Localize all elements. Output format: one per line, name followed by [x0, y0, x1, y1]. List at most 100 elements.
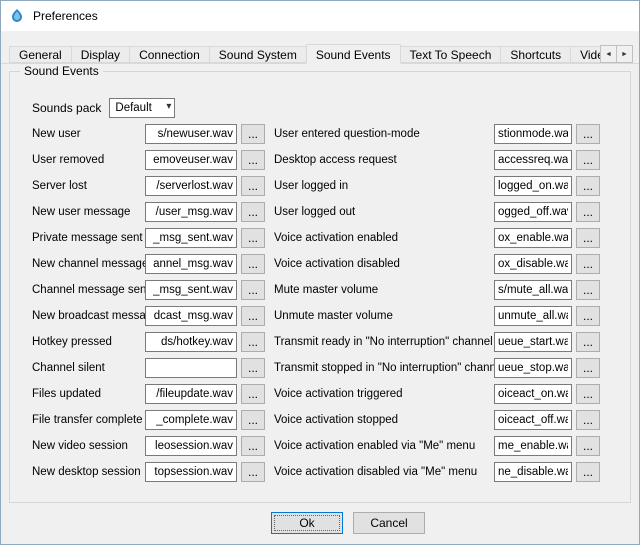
- sound-file-input[interactable]: [145, 124, 237, 144]
- browse-button[interactable]: ...: [241, 176, 265, 196]
- sound-file-input[interactable]: [494, 462, 572, 482]
- tab-scroll-right-button[interactable]: ►: [616, 45, 633, 63]
- sound-file-input[interactable]: [145, 358, 237, 378]
- browse-button[interactable]: ...: [576, 436, 600, 456]
- sound-event-row: Transmit stopped in "No interruption" ch…: [274, 358, 600, 378]
- sound-file-input[interactable]: [145, 332, 237, 352]
- sound-event-label: Channel silent: [32, 362, 145, 374]
- sound-file-input[interactable]: [494, 176, 572, 196]
- browse-button[interactable]: ...: [576, 384, 600, 404]
- tab-shortcuts[interactable]: Shortcuts: [500, 46, 571, 63]
- sound-event-label: Voice activation stopped: [274, 414, 494, 426]
- sound-file-input[interactable]: [494, 150, 572, 170]
- sound-event-row: Desktop access request...: [274, 150, 600, 170]
- sound-file-input[interactable]: [494, 280, 572, 300]
- sound-event-row: Private message sent...: [32, 228, 265, 248]
- browse-button[interactable]: ...: [241, 436, 265, 456]
- browse-button[interactable]: ...: [576, 176, 600, 196]
- sound-event-row: New channel message...: [32, 254, 265, 274]
- sound-event-row: Transmit ready in "No interruption" chan…: [274, 332, 600, 352]
- titlebar: Preferences: [1, 1, 639, 31]
- browse-button[interactable]: ...: [576, 462, 600, 482]
- sound-file-input[interactable]: [494, 254, 572, 274]
- sound-event-label: Files updated: [32, 388, 145, 400]
- sound-file-input[interactable]: [494, 202, 572, 222]
- sound-events-right-column: User entered question-mode...Desktop acc…: [274, 124, 600, 488]
- browse-button[interactable]: ...: [241, 254, 265, 274]
- sound-event-label: Channel message sent: [32, 284, 145, 296]
- sound-event-label: User logged in: [274, 180, 494, 192]
- tab-sound-system[interactable]: Sound System: [209, 46, 307, 63]
- browse-button[interactable]: ...: [241, 150, 265, 170]
- browse-button[interactable]: ...: [576, 280, 600, 300]
- sound-file-input[interactable]: [145, 436, 237, 456]
- browse-button[interactable]: ...: [576, 228, 600, 248]
- browse-button[interactable]: ...: [576, 150, 600, 170]
- sound-file-input[interactable]: [145, 228, 237, 248]
- sound-event-row: New desktop session...: [32, 462, 265, 482]
- tab-display[interactable]: Display: [71, 46, 130, 63]
- sound-file-input[interactable]: [494, 228, 572, 248]
- browse-button[interactable]: ...: [241, 280, 265, 300]
- sound-event-row: User removed...: [32, 150, 265, 170]
- sound-event-row: Mute master volume...: [274, 280, 600, 300]
- ok-button[interactable]: Ok: [271, 512, 343, 534]
- sound-file-input[interactable]: [145, 202, 237, 222]
- browse-button[interactable]: ...: [576, 358, 600, 378]
- sound-event-label: Voice activation triggered: [274, 388, 494, 400]
- sound-file-input[interactable]: [494, 306, 572, 326]
- sound-file-input[interactable]: [494, 124, 572, 144]
- tab-connection[interactable]: Connection: [129, 46, 210, 63]
- sound-event-row: Files updated...: [32, 384, 265, 404]
- tab-general[interactable]: General: [9, 46, 72, 63]
- cancel-button[interactable]: Cancel: [353, 512, 425, 534]
- sound-event-row: Voice activation disabled via "Me" menu.…: [274, 462, 600, 482]
- browse-button[interactable]: ...: [576, 202, 600, 222]
- sound-event-label: Voice activation enabled: [274, 232, 494, 244]
- browse-button[interactable]: ...: [576, 254, 600, 274]
- sound-file-input[interactable]: [494, 410, 572, 430]
- preferences-dialog: Preferences GeneralDisplayConnectionSoun…: [0, 0, 640, 545]
- browse-button[interactable]: ...: [241, 332, 265, 352]
- sound-event-row: Channel message sent...: [32, 280, 265, 300]
- browse-button[interactable]: ...: [241, 358, 265, 378]
- sound-file-input[interactable]: [145, 306, 237, 326]
- sound-file-input[interactable]: [494, 384, 572, 404]
- tab-scrollers: ◄ ►: [600, 45, 633, 63]
- sound-file-input[interactable]: [494, 436, 572, 456]
- sound-file-input[interactable]: [494, 358, 572, 378]
- browse-button[interactable]: ...: [241, 202, 265, 222]
- tab-text-to-speech[interactable]: Text To Speech: [400, 46, 502, 63]
- sound-file-input[interactable]: [494, 332, 572, 352]
- sound-file-input[interactable]: [145, 254, 237, 274]
- browse-button[interactable]: ...: [241, 462, 265, 482]
- browse-button[interactable]: ...: [241, 384, 265, 404]
- browse-button[interactable]: ...: [576, 306, 600, 326]
- browse-button[interactable]: ...: [241, 306, 265, 326]
- browse-button[interactable]: ...: [241, 410, 265, 430]
- sound-event-label: New desktop session: [32, 466, 145, 478]
- sound-file-input[interactable]: [145, 280, 237, 300]
- sounds-pack-select[interactable]: Default ▾: [109, 98, 175, 118]
- tab-sound-events[interactable]: Sound Events: [306, 44, 401, 64]
- sound-file-input[interactable]: [145, 150, 237, 170]
- sound-event-row: New broadcast message...: [32, 306, 265, 326]
- sound-event-row: Voice activation enabled...: [274, 228, 600, 248]
- sound-event-label: User entered question-mode: [274, 128, 494, 140]
- sound-file-input[interactable]: [145, 462, 237, 482]
- tab-scroll-left-button[interactable]: ◄: [600, 45, 617, 63]
- sound-events-group: Sound Events Sounds pack Default ▾ New u…: [9, 71, 631, 503]
- sound-file-input[interactable]: [145, 410, 237, 430]
- sound-event-row: User logged in...: [274, 176, 600, 196]
- browse-button[interactable]: ...: [241, 124, 265, 144]
- browse-button[interactable]: ...: [576, 124, 600, 144]
- sound-event-label: Server lost: [32, 180, 145, 192]
- window-title: Preferences: [33, 9, 98, 23]
- sound-file-input[interactable]: [145, 176, 237, 196]
- browse-button[interactable]: ...: [241, 228, 265, 248]
- browse-button[interactable]: ...: [576, 410, 600, 430]
- browse-button[interactable]: ...: [576, 332, 600, 352]
- sound-file-input[interactable]: [145, 384, 237, 404]
- sound-event-row: User entered question-mode...: [274, 124, 600, 144]
- sound-event-label: User logged out: [274, 206, 494, 218]
